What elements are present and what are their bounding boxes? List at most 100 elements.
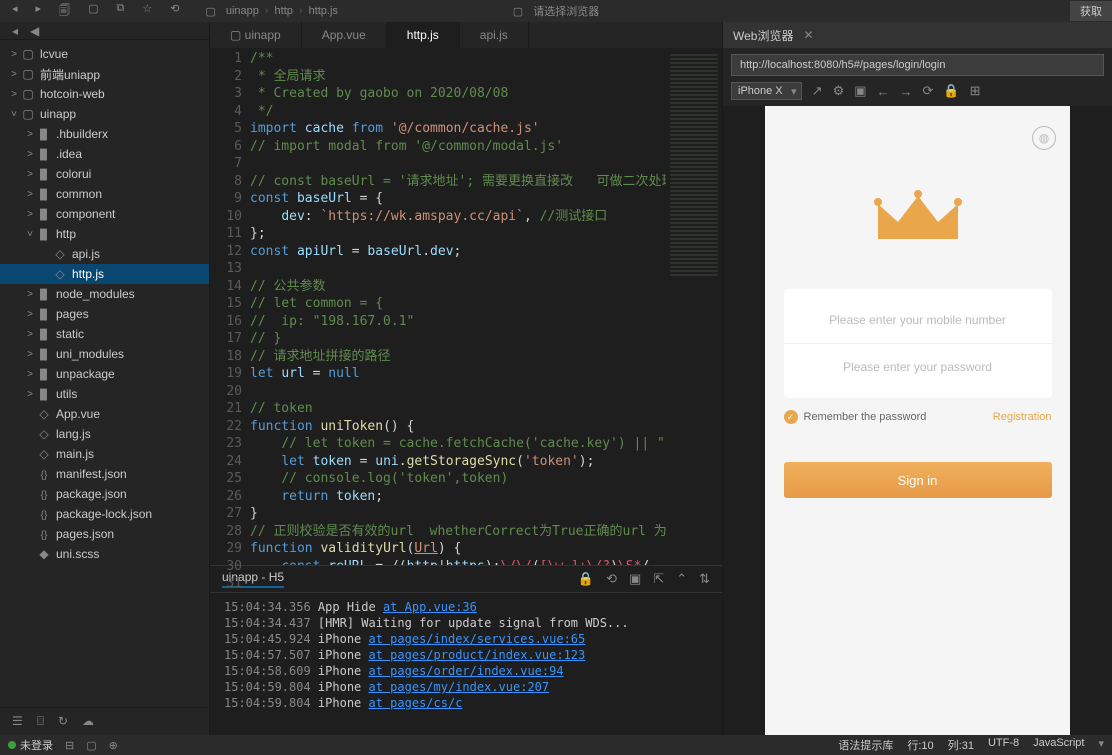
line-indicator[interactable]: 行:10: [907, 737, 933, 753]
password-input[interactable]: Please enter your password: [784, 343, 1052, 390]
bug-icon[interactable]: ⌼: [37, 714, 44, 729]
tree-item-api-js[interactable]: api.js: [0, 244, 209, 264]
minimap[interactable]: [666, 48, 722, 565]
browser-select-icon[interactable]: ▢: [513, 5, 523, 18]
collapse-up-icon[interactable]: ⌃: [676, 571, 687, 587]
console-link[interactable]: at pages/cs/c: [369, 696, 463, 710]
topbar-center: ▢ 请选择浏览器: [513, 3, 599, 19]
tree-item-component[interactable]: >component: [0, 204, 209, 224]
stop-icon[interactable]: ▣: [629, 571, 641, 587]
open-external-icon[interactable]: ↗: [812, 83, 823, 99]
star-icon[interactable]: ☆: [142, 2, 152, 21]
back-icon[interactable]: ◂: [12, 2, 18, 21]
code-editor[interactable]: /** * 全局请求 * Created by gaobo on 2020/08…: [250, 48, 666, 565]
forward-icon[interactable]: ▸: [36, 2, 42, 21]
collapse-icon[interactable]: ◂: [12, 24, 18, 38]
device-select[interactable]: iPhone X: [731, 82, 802, 100]
settings-icon[interactable]: ⚙: [833, 83, 845, 99]
col-indicator[interactable]: 列:31: [948, 737, 974, 753]
reload-icon[interactable]: ⟲: [606, 571, 617, 587]
tree-item-package-json[interactable]: package.json: [0, 484, 209, 504]
sync-icon[interactable]: ↻: [58, 714, 68, 729]
remember-checkbox[interactable]: ✓: [784, 410, 798, 424]
nav-lock-icon[interactable]: 🔒: [943, 83, 959, 99]
console-link[interactable]: at pages/product/index.vue:123: [369, 648, 586, 662]
swap-icon[interactable]: ⇅: [699, 571, 710, 587]
file-icon[interactable]: 🗐: [59, 2, 70, 21]
console-link[interactable]: at pages/index/services.vue:65: [369, 632, 586, 646]
syntax-hint[interactable]: 语法提示库: [838, 737, 893, 753]
misc-icon[interactable]: ⊕: [109, 739, 118, 752]
tree-item-uni_modules[interactable]: >uni_modules: [0, 344, 209, 364]
tree-item-pages-json[interactable]: pages.json: [0, 524, 209, 544]
console-output[interactable]: 15:04:34.356 App Hide at App.vue:3615:04…: [210, 593, 722, 735]
editor-area: ▢ uinappApp.vuehttp.jsapi.js 12345678910…: [210, 22, 722, 735]
tree-item-http-js[interactable]: http.js: [0, 264, 209, 284]
console-link[interactable]: at App.vue:36: [383, 600, 477, 614]
tree-item-hotcoin-web[interactable]: >hotcoin-web: [0, 84, 209, 104]
grid-icon[interactable]: ⊞: [970, 83, 981, 99]
lock-icon[interactable]: 🔒: [578, 571, 594, 587]
nav-back-icon[interactable]: ←: [877, 84, 890, 99]
tree-item--idea[interactable]: >.idea: [0, 144, 209, 164]
tree-item-lcvue[interactable]: >lcvue: [0, 44, 209, 64]
tree-item-unpackage[interactable]: >unpackage: [0, 364, 209, 384]
file-tree: >lcvue>前端uniapp>hotcoin-web˅uinapp>.hbui…: [0, 40, 209, 707]
status-bar: 未登录 ⊟ ▢ ⊕ 语法提示库 行:10 列:31 UTF-8 JavaScri…: [0, 735, 1112, 755]
close-icon[interactable]: ✕: [803, 28, 813, 42]
tree-item-前端uniapp[interactable]: >前端uniapp: [0, 64, 209, 84]
globe-icon[interactable]: ◍: [1032, 126, 1056, 150]
screenshot-icon[interactable]: ▣: [854, 83, 866, 99]
line-gutter: 1234567891011121314151617181920212223242…: [210, 48, 250, 565]
login-status[interactable]: 未登录: [8, 737, 53, 753]
tree-item-manifest-json[interactable]: manifest.json: [0, 464, 209, 484]
editor-tabs: ▢ uinappApp.vuehttp.jsapi.js: [210, 22, 722, 48]
tree-item-main-js[interactable]: main.js: [0, 444, 209, 464]
tree-item-lang-js[interactable]: lang.js: [0, 424, 209, 444]
tree-item-node_modules[interactable]: >node_modules: [0, 284, 209, 304]
tree-item-uinapp[interactable]: ˅uinapp: [0, 104, 209, 124]
url-bar[interactable]: http://localhost:8080/h5#/pages/login/lo…: [731, 54, 1104, 76]
remember-label: Remember the password: [804, 411, 927, 423]
tab-api-js[interactable]: api.js: [460, 22, 529, 48]
phone-preview: ◍ Please enter your mobile number Please…: [765, 106, 1070, 735]
outline-icon[interactable]: ☰: [12, 714, 23, 729]
signin-button[interactable]: Sign in: [784, 462, 1052, 498]
registration-link[interactable]: Registration: [993, 411, 1052, 423]
tree-item-common[interactable]: >common: [0, 184, 209, 204]
tab-icon[interactable]: ⧉: [116, 2, 124, 21]
expand-icon[interactable]: ◀: [30, 24, 39, 38]
logo-crown-icon: [868, 184, 968, 257]
refresh-icon[interactable]: ⟲: [170, 2, 179, 21]
mobile-input[interactable]: Please enter your mobile number: [784, 297, 1052, 343]
nav-forward-icon[interactable]: →: [900, 84, 913, 99]
tree-item-App-vue[interactable]: App.vue: [0, 404, 209, 424]
console-link[interactable]: at pages/order/index.vue:94: [369, 664, 564, 678]
tree-item-uni-scss[interactable]: uni.scss: [0, 544, 209, 564]
tab-App-vue[interactable]: App.vue: [302, 22, 387, 48]
tree-item-package-lock-json[interactable]: package-lock.json: [0, 504, 209, 524]
language-indicator[interactable]: JavaScript: [1033, 737, 1084, 753]
tree-item-http[interactable]: ˅http: [0, 224, 209, 244]
tree-item-colorui[interactable]: >colorui: [0, 164, 209, 184]
tree-item-utils[interactable]: >utils: [0, 384, 209, 404]
tree-item-pages[interactable]: >pages: [0, 304, 209, 324]
console-panel: uinapp - H5 🔒 ⟲ ▣ ⇱ ⌃ ⇅ 15:04:34.356 App…: [210, 565, 722, 735]
list-icon[interactable]: ⊟: [65, 739, 74, 752]
breadcrumb: ▢ uinapp› http› http.js: [191, 5, 338, 18]
more-icon[interactable]: ▾: [1098, 737, 1104, 753]
tree-item-static[interactable]: >static: [0, 324, 209, 344]
browser-tab[interactable]: Web浏览器 ✕: [723, 22, 1112, 48]
folder-icon[interactable]: ▢: [88, 2, 98, 21]
export-icon[interactable]: ⇱: [653, 571, 664, 587]
tab-uinapp[interactable]: ▢ uinapp: [210, 22, 302, 48]
terminal-icon[interactable]: ▢: [86, 739, 96, 752]
console-link[interactable]: at pages/my/index.vue:207: [369, 680, 550, 694]
topbar-right-button[interactable]: 获取: [1070, 1, 1112, 21]
tree-item--hbuilderx[interactable]: >.hbuilderx: [0, 124, 209, 144]
login-card: Please enter your mobile number Please e…: [784, 289, 1052, 398]
nav-refresh-icon[interactable]: ⟳: [923, 83, 934, 99]
encoding-indicator[interactable]: UTF-8: [988, 737, 1019, 753]
cloud-icon[interactable]: ☁: [82, 714, 94, 729]
tab-http-js[interactable]: http.js: [387, 22, 460, 48]
